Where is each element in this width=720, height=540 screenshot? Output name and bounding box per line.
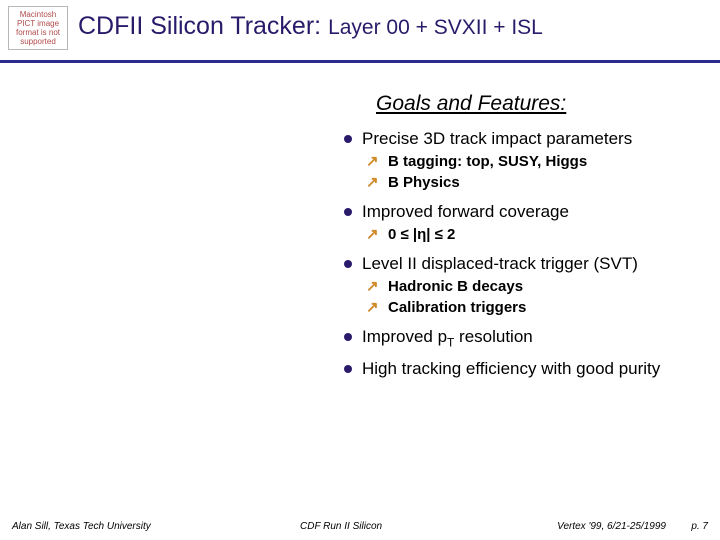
bullet-list: Precise 3D track impact parameters B tag…	[340, 128, 700, 379]
bullet-3: Level II displaced-track trigger (SVT) H…	[340, 253, 700, 318]
footer-center: CDF Run II Silicon	[300, 521, 382, 532]
footer-page: p. 7	[691, 521, 708, 532]
bullet-5: High tracking efficiency with good purit…	[340, 358, 700, 379]
bullet-2-sub-1: 0 ≤ |η| ≤ 2	[362, 226, 700, 245]
bullet-4: Improved pT resolution	[340, 326, 700, 350]
placeholder-text: Macintosh PICT image format is not suppo…	[11, 10, 65, 47]
bullet-1-text: Precise 3D track impact parameters	[362, 129, 632, 148]
bullet-2-text: Improved forward coverage	[362, 202, 569, 221]
bullet-5-text: High tracking efficiency with good purit…	[362, 359, 660, 378]
footer-right: Vertex '99, 6/21-25/1999	[557, 521, 666, 532]
bullet-3-sublist: Hadronic B decays Calibration triggers	[362, 278, 700, 318]
bullet-1-sublist: B tagging: top, SUSY, Higgs B Physics	[362, 153, 700, 193]
footer-left: Alan Sill, Texas Tech University	[12, 521, 151, 532]
title-rule	[0, 60, 720, 63]
bullet-4-pre: Improved p	[362, 327, 447, 346]
title-sub: Layer 00 + SVXII + ISL	[328, 16, 543, 39]
bullet-3-sub-2: Calibration triggers	[362, 299, 700, 318]
bullet-3-text: Level II displaced-track trigger (SVT)	[362, 254, 638, 273]
bullet-2-sublist: 0 ≤ |η| ≤ 2	[362, 226, 700, 245]
pict-placeholder: Macintosh PICT image format is not suppo…	[8, 6, 68, 50]
bullet-3-sub-1: Hadronic B decays	[362, 278, 700, 297]
bullet-4-post: resolution	[454, 327, 532, 346]
goals-header: Goals and Features:	[376, 92, 566, 116]
bullet-1-sub-2: B Physics	[362, 174, 700, 193]
slide-title: CDFII Silicon Tracker: Layer 00 + SVXII …	[78, 12, 710, 41]
bullet-1-sub-1: B tagging: top, SUSY, Higgs	[362, 153, 700, 172]
content-area: Precise 3D track impact parameters B tag…	[340, 128, 700, 387]
title-main: CDFII Silicon Tracker:	[78, 12, 328, 40]
bullet-1: Precise 3D track impact parameters B tag…	[340, 128, 700, 193]
bullet-2: Improved forward coverage 0 ≤ |η| ≤ 2	[340, 201, 700, 245]
